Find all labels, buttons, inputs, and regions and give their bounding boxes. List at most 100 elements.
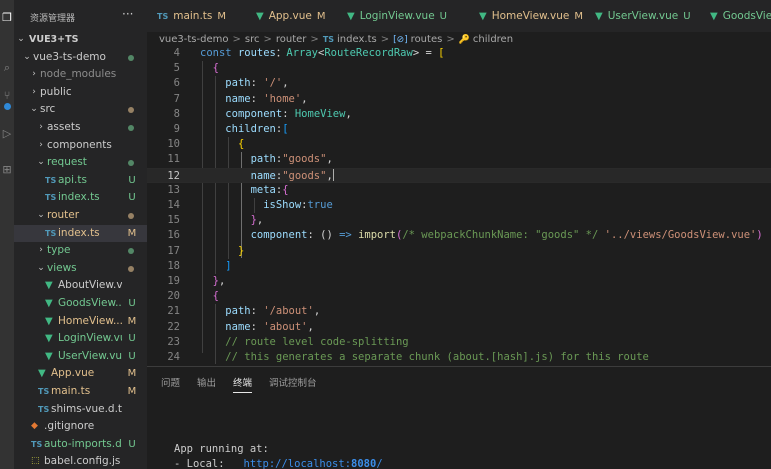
- source-control-badge: [4, 103, 11, 110]
- line-number: 22: [167, 320, 180, 333]
- code-line[interactable]: 18 ]: [147, 259, 771, 274]
- editor-tabs: TS main.ts M ▼ App.vue M ▼ LoginView.vue U ▼ HomeV…: [147, 0, 771, 32]
- git-status-badge: M: [127, 368, 137, 380]
- terminal-line: App running at:: [174, 443, 269, 455]
- editor-tab[interactable]: ▼ App.vue M: [246, 0, 334, 32]
- folder-item[interactable]: › public: [14, 84, 147, 102]
- code-text: name: 'about',: [200, 320, 314, 335]
- folder-item[interactable]: ⌄ views: [14, 260, 147, 278]
- folder-item[interactable]: ⌄ src: [14, 101, 147, 119]
- file-item[interactable]: ⬚ babel.config.js: [14, 453, 147, 469]
- code-line[interactable]: 17 }: [147, 244, 771, 259]
- terminal-url-port[interactable]: 8080: [351, 458, 376, 469]
- folder-item[interactable]: › components: [14, 137, 147, 155]
- code-line[interactable]: 10 {: [147, 137, 771, 152]
- code-line[interactable]: 24 // this generates a separate chunk (a…: [147, 350, 771, 365]
- code-token: ：: [275, 47, 287, 59]
- code-line[interactable]: 12 name:"goods",: [147, 167, 771, 184]
- tab-problems[interactable]: 问题: [161, 375, 180, 393]
- tab-terminal[interactable]: 终端: [233, 375, 253, 393]
- folder-item[interactable]: › assets: [14, 119, 147, 137]
- line-number: 12: [167, 169, 180, 182]
- code-token: [: [282, 123, 289, 135]
- tab-output[interactable]: 输出: [197, 375, 216, 393]
- file-item[interactable]: ▼ UserView.vue U: [14, 348, 147, 366]
- code-line[interactable]: 13 meta:{: [147, 183, 771, 198]
- code-line[interactable]: 19 },: [147, 274, 771, 289]
- editor-tab[interactable]: ▼ GoodsVie: [700, 0, 771, 32]
- code-line[interactable]: 6 path: '/',: [147, 76, 771, 91]
- editor-tab[interactable]: ▼ LoginView.vue U: [337, 0, 465, 32]
- code-line[interactable]: 23 // route level code-splitting: [147, 335, 771, 350]
- file-item[interactable]: TS main.ts M: [14, 383, 147, 401]
- ts-file-icon: TS: [45, 175, 57, 185]
- more-actions-icon[interactable]: ···: [122, 7, 133, 21]
- file-item[interactable]: TS shims-vue.d.ts: [14, 401, 147, 419]
- file-item[interactable]: ▼ App.vue M: [14, 365, 147, 383]
- code-token: component: [250, 229, 308, 242]
- vue-file-icon: ▼: [45, 280, 53, 292]
- folder-item[interactable]: ⌄ vue3-ts-demo: [14, 49, 147, 67]
- tab-debug-console[interactable]: 调试控制台: [269, 375, 317, 393]
- folder-item[interactable]: › type: [14, 242, 147, 260]
- file-item[interactable]: ▼ HomeView.... M: [14, 313, 147, 331]
- editor-tab[interactable]: TS main.ts M: [147, 0, 242, 32]
- code-line[interactable]: 16 component: () => import(/* webpackChu…: [147, 228, 771, 243]
- code-text: {: [200, 137, 244, 152]
- file-item[interactable]: TS index.ts M: [14, 224, 147, 243]
- code-line[interactable]: 14 isShow:true: [147, 198, 771, 213]
- code-text: name:"goods",: [200, 168, 334, 184]
- tree-item-label: shims-vue.d.ts: [51, 402, 122, 415]
- file-item[interactable]: ▼ AboutView.vue: [14, 277, 147, 295]
- ts-file-icon: TS: [157, 12, 169, 21]
- project-section-header[interactable]: ⌄ VUE3+TS: [14, 31, 147, 49]
- file-item[interactable]: ◆ .gitignore: [14, 418, 147, 436]
- code-line[interactable]: 15 },: [147, 213, 771, 228]
- code-line[interactable]: 5 {: [147, 61, 771, 76]
- js-file-icon: ⬚: [31, 456, 40, 467]
- line-number: 5: [173, 62, 180, 75]
- code-line[interactable]: 22 name: 'about',: [147, 320, 771, 335]
- source-control-icon[interactable]: ⑂: [1, 90, 13, 102]
- file-item[interactable]: TSauto-imports.d.ts U: [14, 436, 147, 454]
- file-item[interactable]: TS index.ts U: [14, 189, 147, 207]
- editor-tab[interactable]: ▼ HomeView.vue M: [469, 0, 583, 32]
- tree-item-label: views: [47, 261, 77, 274]
- extensions-icon[interactable]: ⊞: [1, 164, 13, 176]
- vue-file-icon: ▼: [38, 368, 46, 380]
- code-line[interactable]: 21 path: '/about',: [147, 304, 771, 319]
- code-line[interactable]: 20 {: [147, 289, 771, 304]
- file-item[interactable]: TS api.ts U: [14, 172, 147, 190]
- tree-item-label: index.ts: [58, 226, 100, 239]
- ts-file-icon: TS: [45, 193, 57, 203]
- vue-file-icon: ▼: [479, 11, 487, 22]
- code-token: :: [250, 305, 264, 318]
- code-editor[interactable]: 4 const routes：Array<RouteRecordRaw> = [5…: [147, 46, 771, 366]
- folder-item[interactable]: ⌄ router: [14, 207, 147, 225]
- folder-item[interactable]: ⌄ request: [14, 154, 147, 172]
- file-item[interactable]: ▼ LoginView.vue U: [14, 330, 147, 348]
- code-line[interactable]: 4 const routes：Array<RouteRecordRaw> = [: [147, 46, 771, 61]
- terminal-output[interactable]: App running at: - Local: http://localhos…: [174, 442, 383, 469]
- code-token: ]: [225, 259, 232, 272]
- terminal-url-end[interactable]: /: [376, 458, 382, 469]
- code-line[interactable]: 11 path:"goods",: [147, 152, 771, 167]
- explorer-icon[interactable]: ❐: [1, 12, 13, 24]
- folder-item[interactable]: › node_modules: [14, 66, 147, 84]
- terminal-url[interactable]: http://localhost:: [244, 458, 351, 469]
- code-token: name: [225, 320, 251, 333]
- file-item[interactable]: ▼ GoodsView.... U: [14, 295, 147, 313]
- search-icon[interactable]: ⌕: [1, 62, 13, 74]
- code-line[interactable]: 7 name: 'home',: [147, 92, 771, 107]
- editor-tab[interactable]: ▼ UserView.vue U: [585, 0, 697, 32]
- code-line[interactable]: 9 children:[: [147, 122, 771, 137]
- terminal-line: - Local:: [174, 458, 244, 469]
- code-token: {: [282, 183, 289, 196]
- code-line[interactable]: 8 component: HomeView,: [147, 107, 771, 122]
- ts-file-icon: TS: [31, 439, 43, 449]
- run-debug-icon[interactable]: ▷: [1, 128, 13, 140]
